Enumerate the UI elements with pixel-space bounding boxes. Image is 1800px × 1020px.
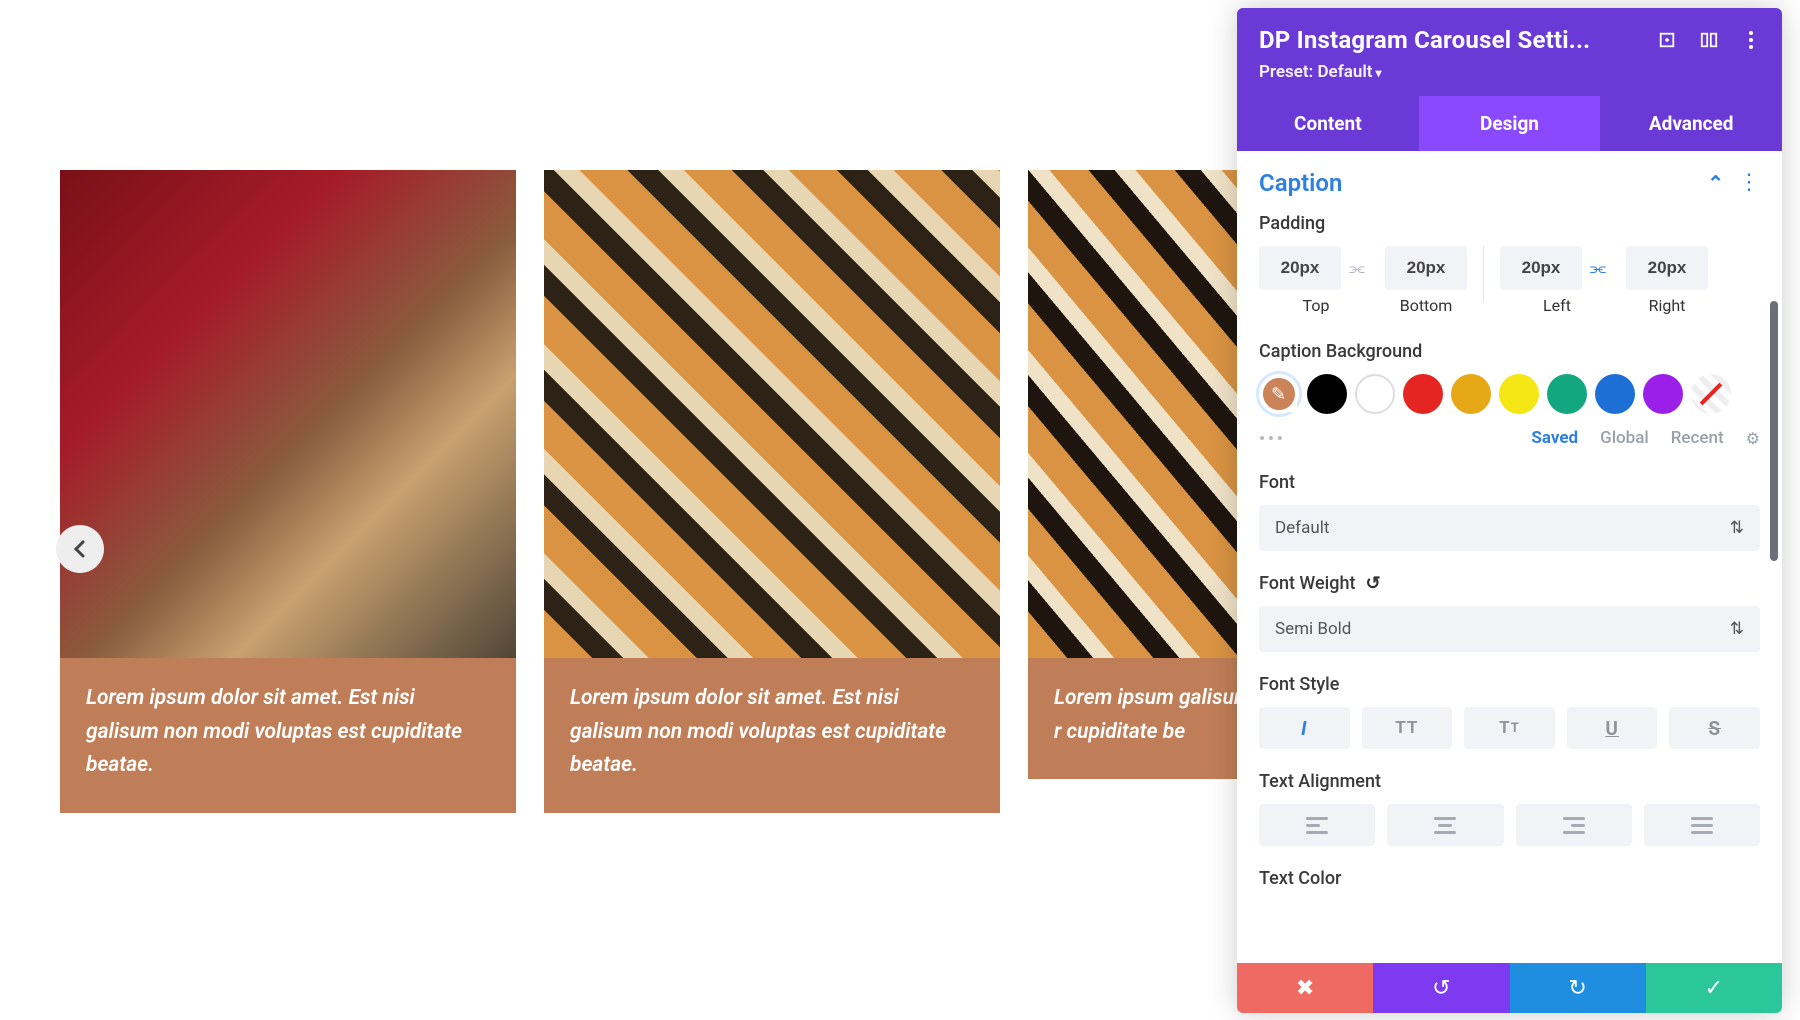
swatch-orange[interactable] <box>1451 374 1491 414</box>
more-swatches-icon[interactable]: ••• <box>1259 429 1286 448</box>
align-left-button[interactable] <box>1259 804 1375 846</box>
swatch-purple[interactable] <box>1643 374 1683 414</box>
padding-top-label: Top <box>1303 296 1330 315</box>
redo-button[interactable]: ↻ <box>1510 963 1646 1013</box>
padding-bottom-input[interactable] <box>1385 246 1467 290</box>
palette-recent[interactable]: Recent <box>1671 428 1724 448</box>
font-weight-value: Semi Bold <box>1275 619 1351 639</box>
columns-icon[interactable] <box>1700 31 1718 49</box>
color-picker-swatch[interactable]: ✎ <box>1259 374 1299 414</box>
align-right-button[interactable] <box>1516 804 1632 846</box>
panel-title: DP Instagram Carousel Setti... <box>1259 26 1590 54</box>
palette-settings-icon[interactable]: ⚙ <box>1746 429 1760 448</box>
color-swatches: ✎ <box>1259 374 1760 414</box>
font-label: Font <box>1259 472 1760 493</box>
align-center-button[interactable] <box>1387 804 1503 846</box>
padding-left-input[interactable] <box>1500 246 1582 290</box>
carousel: Lorem ipsum dolor sit amet. Est nisi gal… <box>60 170 1328 813</box>
panel-footer: ✖ ↺ ↻ ✓ <box>1237 963 1782 1013</box>
cancel-button[interactable]: ✖ <box>1237 963 1373 1013</box>
panel-header: DP Instagram Carousel Setti... Preset: D… <box>1237 8 1782 96</box>
strikethrough-button[interactable]: S <box>1669 707 1760 749</box>
settings-panel: DP Instagram Carousel Setti... Preset: D… <box>1237 8 1782 1013</box>
italic-button[interactable]: I <box>1259 707 1350 749</box>
carousel-card[interactable]: Lorem ipsum dolor sit amet. Est nisi gal… <box>60 170 516 813</box>
carousel-card[interactable]: Lorem ipsum dolor sit amet. Est nisi gal… <box>544 170 1000 813</box>
text-align-buttons <box>1259 804 1760 846</box>
panel-body: Caption ⌃ ⋮ Padding ⫘ Top Bottom <box>1237 151 1782 963</box>
padding-row: ⫘ Top Bottom ⫘ Left Right <box>1259 246 1760 315</box>
font-weight-label: Font Weight↺ <box>1259 573 1760 594</box>
divider <box>1483 246 1484 302</box>
carousel-prev[interactable] <box>56 525 104 573</box>
reset-icon[interactable]: ↺ <box>1365 573 1380 594</box>
eyedropper-icon: ✎ <box>1271 384 1286 405</box>
swatch-teal[interactable] <box>1547 374 1587 414</box>
padding-right-label: Right <box>1649 296 1686 315</box>
swatch-none[interactable] <box>1691 374 1731 414</box>
swatch-red[interactable] <box>1403 374 1443 414</box>
swatch-white[interactable] <box>1355 374 1395 414</box>
padding-right-input[interactable] <box>1626 246 1708 290</box>
font-style-label: Font Style <box>1259 674 1760 695</box>
card-caption: Lorem ipsum dolor sit amet. Est nisi gal… <box>544 658 1000 813</box>
save-button[interactable]: ✓ <box>1646 963 1782 1013</box>
padding-bottom-label: Bottom <box>1400 296 1453 315</box>
tab-design[interactable]: Design <box>1419 96 1601 151</box>
section-more-icon[interactable]: ⋮ <box>1738 178 1760 188</box>
link-vertical-icon[interactable]: ⫘ <box>1341 246 1373 290</box>
swatch-blue[interactable] <box>1595 374 1635 414</box>
collapse-icon[interactable]: ⌃ <box>1707 171 1724 195</box>
uppercase-button[interactable]: TT <box>1362 707 1453 749</box>
card-image <box>60 170 516 658</box>
caption-bg-label: Caption Background <box>1259 341 1760 362</box>
underline-button[interactable]: U <box>1567 707 1658 749</box>
font-select[interactable]: Default ⇅ <box>1259 505 1760 551</box>
caret-icon: ⇅ <box>1730 619 1744 639</box>
card-image <box>544 170 1000 658</box>
palette-global[interactable]: Global <box>1600 428 1649 448</box>
caret-icon: ⇅ <box>1730 518 1744 538</box>
card-caption: Lorem ipsum dolor sit amet. Est nisi gal… <box>60 658 516 813</box>
more-icon[interactable] <box>1742 31 1760 49</box>
font-weight-select[interactable]: Semi Bold ⇅ <box>1259 606 1760 652</box>
preset-dropdown[interactable]: Preset: Default <box>1259 62 1760 82</box>
palette-saved[interactable]: Saved <box>1531 428 1578 448</box>
chevron-left-icon <box>70 539 90 559</box>
font-value: Default <box>1275 518 1329 538</box>
tab-content[interactable]: Content <box>1237 96 1419 151</box>
tabs: Content Design Advanced <box>1237 96 1782 151</box>
scrollbar[interactable] <box>1770 301 1778 561</box>
section-title[interactable]: Caption <box>1259 169 1342 197</box>
padding-top-input[interactable] <box>1259 246 1341 290</box>
text-align-label: Text Alignment <box>1259 771 1760 792</box>
font-style-buttons: I TT TT U S <box>1259 707 1760 749</box>
expand-icon[interactable] <box>1658 31 1676 49</box>
undo-button[interactable]: ↺ <box>1373 963 1509 1013</box>
swatch-black[interactable] <box>1307 374 1347 414</box>
tab-advanced[interactable]: Advanced <box>1600 96 1782 151</box>
swatch-yellow[interactable] <box>1499 374 1539 414</box>
padding-label: Padding <box>1259 213 1760 234</box>
text-color-label: Text Color <box>1259 868 1760 889</box>
padding-left-label: Left <box>1543 296 1571 315</box>
capitalize-button[interactable]: TT <box>1464 707 1555 749</box>
link-horizontal-icon[interactable]: ⫘ <box>1582 246 1614 290</box>
align-justify-button[interactable] <box>1644 804 1760 846</box>
